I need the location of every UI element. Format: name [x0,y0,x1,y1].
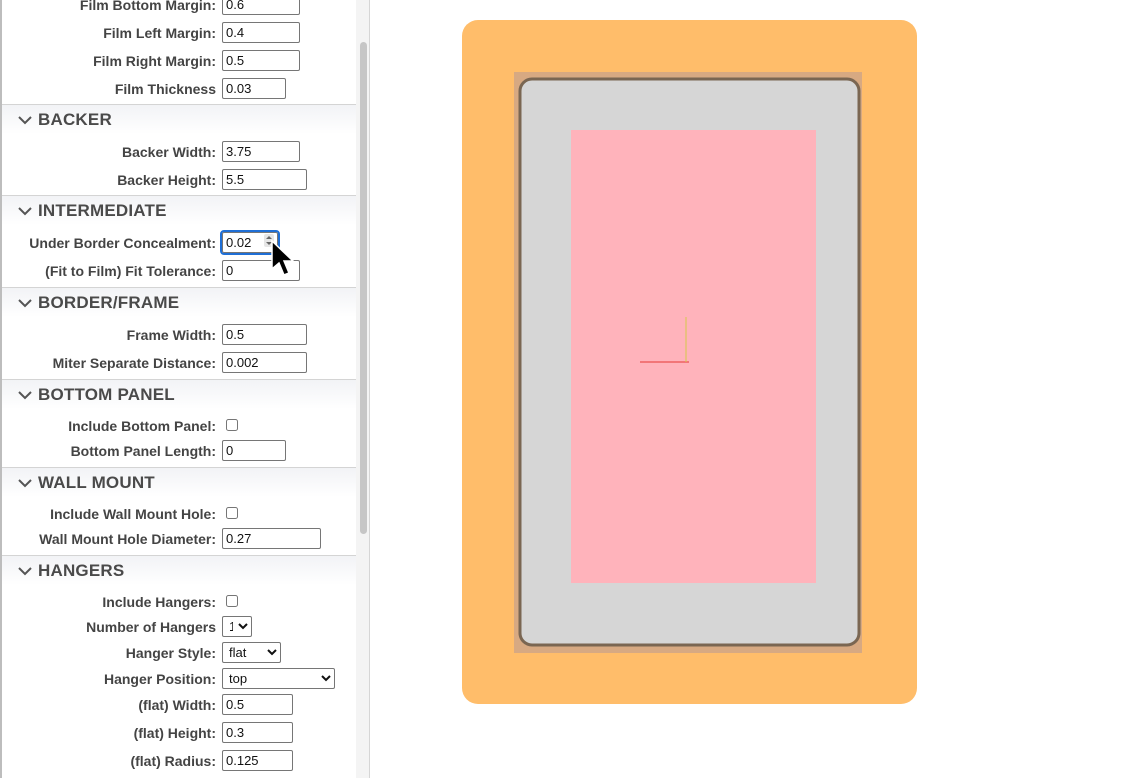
row-under-border-concealment: Under Border Concealment: [2,230,356,257]
mouse-cursor-icon [271,240,294,276]
number-of-hangers-select[interactable]: 1 [222,616,252,637]
flat-height-label: (flat) Height: [133,725,216,741]
section-title-backer: BACKER [38,110,112,129]
frame-width-label: Frame Width: [126,327,216,343]
frame-width-input[interactable] [222,324,307,345]
model-preview-canvas[interactable] [371,0,1126,778]
wall-mount-hole-diameter-input[interactable] [222,528,321,549]
include-hangers-checkbox[interactable] [226,595,238,607]
section-header-hangers[interactable]: HANGERS [2,555,356,585]
film-thickness-input[interactable] [222,78,286,99]
backer-height-input[interactable] [222,169,307,190]
section-title-border-frame: BORDER/FRAME [38,293,180,312]
miter-separate-distance-label: Miter Separate Distance: [52,355,216,371]
hanger-style-label: Hanger Style: [125,645,216,661]
row-hanger-style: Hanger Style: flat [2,641,356,667]
bottom-panel-length-label: Bottom Panel Length: [70,443,216,459]
row-backer-width: Backer Width: [2,140,356,166]
film-bottom-margin-label: Film Bottom Margin: [79,0,216,13]
film-right-margin-input[interactable] [222,50,300,71]
under-border-concealment-label: Under Border Concealment: [29,235,216,251]
section-header-bottom-panel[interactable]: BOTTOM PANEL [2,379,356,409]
row-backer-height: Backer Height: [2,168,356,194]
row-number-of-hangers: Number of Hangers 1 [2,615,356,641]
row-include-hangers: Include Hangers: [2,590,356,616]
backer-width-input[interactable] [222,141,300,162]
backer-height-label: Backer Height: [117,172,216,188]
chevron-down-icon [18,479,32,488]
scrollbar-thumb[interactable] [360,42,367,534]
hanger-position-label: Hanger Position: [103,671,216,687]
section-header-border-frame[interactable]: BORDER/FRAME [2,287,356,317]
film-area-shape [571,130,816,583]
row-film-thickness: Film Thickness [2,77,356,103]
chevron-down-icon [18,207,32,216]
section-title-hangers: HANGERS [38,561,125,580]
include-hangers-label: Include Hangers: [102,594,216,610]
flat-height-input[interactable] [222,722,293,743]
include-bottom-panel-label: Include Bottom Panel: [68,418,216,434]
hanger-style-select[interactable]: flat [222,642,281,663]
properties-panel: Film Bottom Margin: Film Left Margin: Fi… [0,0,356,778]
row-miter-separate-distance: Miter Separate Distance: [2,351,356,377]
backer-width-label: Backer Width: [121,144,216,160]
wall-mount-hole-diameter-label: Wall Mount Hole Diameter: [39,531,216,547]
section-title-wall-mount: WALL MOUNT [38,473,155,492]
row-film-right-margin: Film Right Margin: [2,49,356,75]
row-flat-radius: (flat) Radius: [2,749,356,775]
bottom-panel-length-input[interactable] [222,440,286,461]
film-left-margin-input[interactable] [222,22,300,43]
flat-width-label: (flat) Width: [138,697,216,713]
section-header-wall-mount[interactable]: WALL MOUNT [2,467,356,497]
row-fit-tolerance: (Fit to Film) Fit Tolerance: [2,259,356,285]
chevron-down-icon [18,567,32,576]
section-title-bottom-panel: BOTTOM PANEL [38,385,175,404]
flat-radius-input[interactable] [222,750,293,771]
include-bottom-panel-checkbox[interactable] [226,419,238,431]
panel-scrollbar[interactable] [356,0,370,778]
row-flat-width: (flat) Width: [2,693,356,719]
section-title-intermediate: INTERMEDIATE [38,201,167,220]
include-wall-mount-hole-checkbox[interactable] [226,507,238,519]
chevron-down-icon [18,299,32,308]
film-left-margin-label: Film Left Margin: [103,25,216,41]
model-preview-viewport[interactable] [371,0,1126,778]
chevron-down-icon [18,116,32,125]
section-header-intermediate[interactable]: INTERMEDIATE [2,195,356,225]
film-thickness-label: Film Thickness [114,81,216,97]
chevron-down-icon [18,391,32,400]
film-bottom-margin-input[interactable] [222,0,300,15]
row-hanger-position: Hanger Position: top [2,667,356,693]
flat-radius-label: (flat) Radius: [130,753,216,769]
row-include-bottom-panel: Include Bottom Panel: [2,414,356,440]
hanger-position-select[interactable]: top [222,668,335,689]
row-frame-width: Frame Width: [2,323,356,349]
row-flat-height: (flat) Height: [2,721,356,747]
row-bottom-panel-length: Bottom Panel Length: [2,439,356,465]
section-header-backer[interactable]: BACKER [2,104,356,134]
film-right-margin-label: Film Right Margin: [93,53,216,69]
number-of-hangers-label: Number of Hangers [86,619,216,635]
row-film-bottom-margin: Film Bottom Margin: [2,0,356,19]
flat-width-input[interactable] [222,694,293,715]
row-wall-mount-hole-diameter: Wall Mount Hole Diameter: [2,527,356,553]
row-include-wall-mount-hole: Include Wall Mount Hole: [2,502,356,528]
row-film-left-margin: Film Left Margin: [2,21,356,47]
miter-separate-distance-input[interactable] [222,352,307,373]
fit-tolerance-label: (Fit to Film) Fit Tolerance: [45,263,216,279]
include-wall-mount-hole-label: Include Wall Mount Hole: [50,506,216,522]
